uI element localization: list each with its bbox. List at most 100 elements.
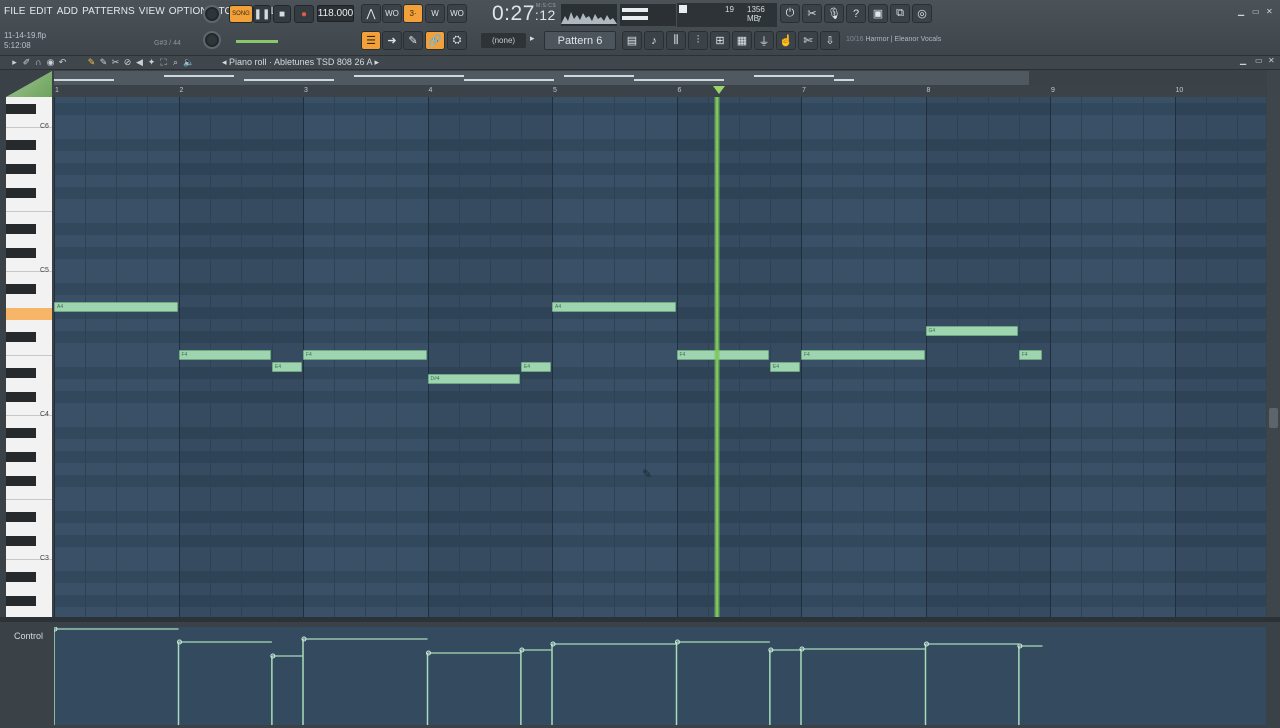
- note[interactable]: F4: [178, 350, 271, 360]
- note[interactable]: G4: [925, 326, 1018, 336]
- pencil-icon[interactable]: ✎: [87, 56, 96, 67]
- song-mode-button[interactable]: SONG: [229, 5, 253, 23]
- tempo-display[interactable]: 118.000: [317, 5, 354, 22]
- metronome-button[interactable]: ⋀: [361, 4, 381, 23]
- stamp-button[interactable]: ⛭: [447, 31, 467, 50]
- pattern-arrow-icon[interactable]: ▸: [530, 33, 535, 44]
- time-display[interactable]: 0:27:12 M:S:CS: [492, 2, 556, 26]
- mixer-link-button[interactable]: ⧉: [890, 4, 910, 23]
- loop-record-button[interactable]: WO: [447, 4, 467, 23]
- close-button[interactable]: ✕: [1266, 7, 1273, 16]
- note[interactable]: A4: [552, 302, 676, 312]
- master-volume-knob[interactable]: [203, 5, 221, 23]
- black-key[interactable]: [6, 572, 36, 582]
- draw-button[interactable]: ✎: [403, 31, 423, 50]
- cut-button[interactable]: ✄: [798, 31, 818, 50]
- note[interactable]: D#4: [427, 374, 520, 384]
- black-key[interactable]: [6, 248, 36, 258]
- black-key[interactable]: [6, 452, 36, 462]
- touch-button[interactable]: ☝: [776, 31, 796, 50]
- black-key[interactable]: [6, 596, 36, 606]
- select-icon[interactable]: ⛶: [159, 56, 168, 67]
- browser-button[interactable]: ⫶: [688, 31, 708, 50]
- tools-button[interactable]: ✂: [802, 4, 822, 23]
- black-key[interactable]: [6, 512, 36, 522]
- note[interactable]: E4: [520, 362, 551, 372]
- wait-input-button[interactable]: WO: [382, 4, 402, 23]
- timeline-ruler[interactable]: 1 2 3 4 5 6 7 8 9 10: [54, 86, 1266, 97]
- playlist-button[interactable]: ☰: [361, 31, 381, 50]
- master-pitch-knob[interactable]: [203, 31, 221, 49]
- note-grid[interactable]: A4 F4 E4 F4 D#4 E4 A4 F4 E4 F4 G4 F4: [54, 97, 1266, 617]
- black-key[interactable]: [6, 392, 36, 402]
- black-key[interactable]: [6, 536, 36, 546]
- record-audio-button[interactable]: 🎙: [824, 4, 844, 23]
- note[interactable]: A4: [54, 302, 178, 312]
- channel-select[interactable]: (none): [481, 33, 526, 48]
- note[interactable]: F4: [801, 350, 925, 360]
- scroll-thumb[interactable]: [1269, 408, 1278, 428]
- black-key[interactable]: [6, 164, 36, 174]
- black-key[interactable]: [6, 332, 36, 342]
- zoom-corner[interactable]: [6, 71, 52, 97]
- vertical-scrollbar[interactable]: [1267, 70, 1280, 617]
- note[interactable]: E4: [769, 362, 800, 372]
- note[interactable]: E4: [271, 362, 302, 372]
- project-button[interactable]: ▦: [732, 31, 752, 50]
- link-button[interactable]: 🔗: [425, 31, 445, 50]
- black-key[interactable]: [6, 284, 36, 294]
- speaker-icon[interactable]: 🔈: [183, 56, 194, 67]
- wrench-icon[interactable]: ✐: [22, 56, 31, 67]
- note[interactable]: F4: [303, 350, 427, 360]
- black-key[interactable]: [6, 140, 36, 150]
- menu-item-patterns[interactable]: PATTERNS: [82, 6, 135, 17]
- pr-maximize-button[interactable]: ▭: [1255, 56, 1263, 65]
- note[interactable]: F4: [676, 350, 769, 360]
- mixer-button[interactable]: ⫼: [666, 31, 686, 50]
- pr-minimize-button[interactable]: ▁: [1240, 56, 1246, 65]
- zoom-icon[interactable]: ⌕: [171, 56, 180, 67]
- black-key[interactable]: [6, 224, 36, 234]
- online-button[interactable]: ⏻: [780, 4, 800, 23]
- black-key[interactable]: [6, 368, 36, 378]
- black-key[interactable]: [6, 104, 36, 114]
- paint-icon[interactable]: ✎: [99, 56, 108, 67]
- channel-rack-button[interactable]: ▤: [622, 31, 642, 50]
- black-key[interactable]: [6, 188, 36, 198]
- control-label[interactable]: Control: [14, 631, 43, 641]
- maximize-button[interactable]: ▭: [1252, 7, 1260, 16]
- menu-item-file[interactable]: FILE: [4, 6, 26, 17]
- stop-button[interactable]: ■: [273, 5, 291, 23]
- plugin-picker-button[interactable]: ⊞: [710, 31, 730, 50]
- arrow-button[interactable]: ➜: [382, 31, 402, 50]
- export-button[interactable]: ⇩: [820, 31, 840, 50]
- piano-roll-button[interactable]: ♪: [644, 31, 664, 50]
- save-button[interactable]: ▣: [868, 4, 888, 23]
- highlighted-key[interactable]: [6, 308, 52, 320]
- plugin-database-button[interactable]: ⏚: [754, 31, 774, 50]
- black-key[interactable]: [6, 428, 36, 438]
- record-button[interactable]: ●: [294, 5, 314, 23]
- chat-button[interactable]: ◎: [912, 4, 932, 23]
- pattern-selector[interactable]: Pattern 6: [544, 31, 616, 50]
- mute-icon[interactable]: ◀: [135, 56, 144, 67]
- playhead-marker[interactable]: [713, 86, 725, 94]
- step-edit-button[interactable]: W: [425, 4, 445, 23]
- slice-icon[interactable]: ✂: [111, 56, 120, 67]
- eraser-icon[interactable]: ⊘: [123, 56, 132, 67]
- menu-item-add[interactable]: ADD: [57, 6, 78, 17]
- velocity-area[interactable]: [52, 626, 1266, 725]
- menu-item-view[interactable]: VIEW: [139, 6, 165, 17]
- black-key[interactable]: [6, 476, 36, 486]
- menu-arrow-icon[interactable]: ▸: [10, 56, 19, 67]
- minimize-button[interactable]: ▁: [1238, 7, 1244, 16]
- magnet-icon[interactable]: ∩: [34, 56, 43, 67]
- countdown-button[interactable]: 3·: [403, 4, 423, 23]
- play-button[interactable]: ❚❚: [253, 5, 271, 23]
- note[interactable]: F4: [1018, 350, 1042, 360]
- piano-keyboard[interactable]: C6 C5 C4 C3: [6, 97, 52, 617]
- help-button[interactable]: ?: [846, 4, 866, 23]
- master-slider[interactable]: [236, 40, 278, 43]
- play-toggle-icon[interactable]: ◉: [46, 56, 55, 67]
- slip-icon[interactable]: ✦: [147, 56, 156, 67]
